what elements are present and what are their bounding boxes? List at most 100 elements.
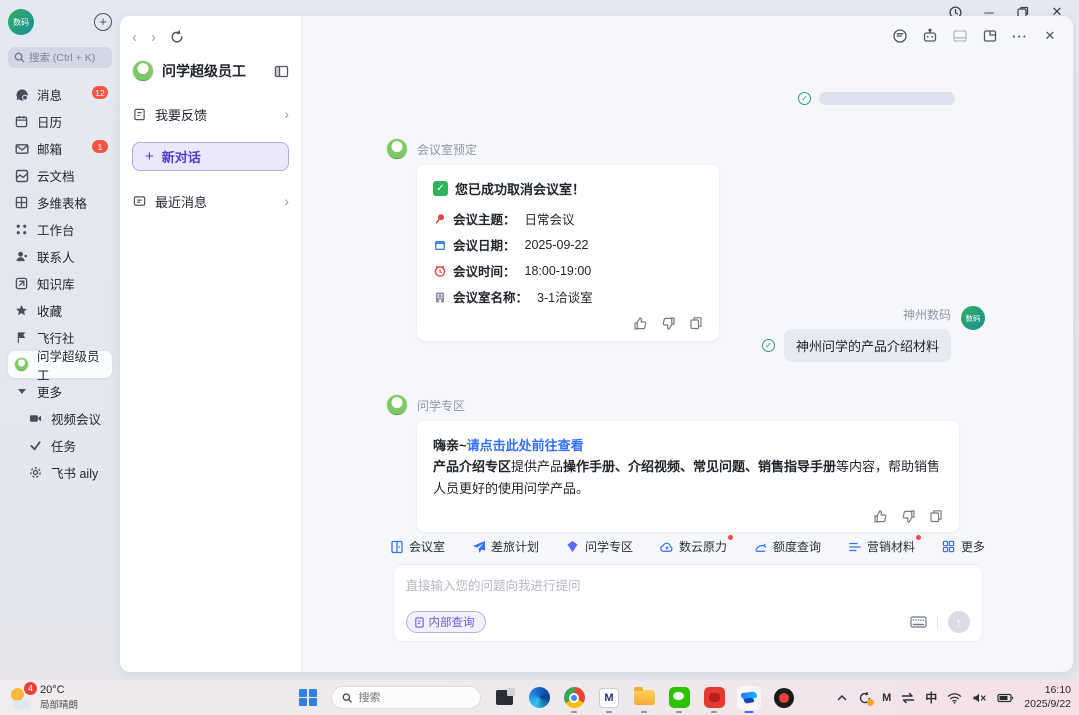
sidebar-item-base[interactable]: 多维表格 (8, 189, 112, 216)
ime-indicator[interactable]: 中 (925, 689, 937, 706)
chip-quota-query[interactable]: 额度查询 (754, 538, 821, 555)
chip-shuyun[interactable]: 数云原力 (660, 538, 727, 555)
markdown-app-icon[interactable]: M (597, 686, 621, 710)
user-avatar[interactable]: 数码 (8, 9, 34, 35)
sender-name: 神州数码 (903, 306, 951, 323)
thumbs-down-icon[interactable] (661, 316, 676, 331)
recent-messages-item[interactable]: 最近消息 › (132, 185, 289, 217)
internal-query-chip[interactable]: 内部查询 (406, 611, 486, 633)
chrome-icon[interactable] (562, 686, 586, 710)
sidebar-item-aily[interactable]: 飞书 aily (8, 459, 112, 486)
quick-action-chips: 会议室 差旅计划 问学专区 数云原力 额度查询 (302, 538, 1073, 555)
taskbar-search-input[interactable] (358, 692, 470, 704)
start-button[interactable] (296, 686, 320, 710)
video-icon (28, 411, 43, 426)
new-chat-button[interactable]: + 新对话 (132, 142, 289, 171)
edge-icon[interactable] (527, 686, 551, 710)
sidebar-item-favorites[interactable]: 收藏 (8, 297, 112, 324)
thumbs-up-icon[interactable] (873, 509, 888, 524)
chip-travel-plan[interactable]: 差旅计划 (472, 538, 539, 555)
more-icon[interactable]: ··· (1009, 25, 1031, 47)
bot-avatar (386, 394, 408, 416)
forward-icon[interactable]: › (151, 30, 156, 45)
sidebar-item-contacts[interactable]: 联系人 (8, 243, 112, 270)
weather-description: 局部晴朗 (40, 697, 78, 711)
sidebar-item-mail[interactable]: 邮箱 1 (8, 135, 112, 162)
recent-icon (132, 194, 147, 209)
sidebar-item-wiki[interactable]: 知识库 (8, 270, 112, 297)
robot-icon[interactable] (919, 25, 941, 47)
weather-widget[interactable]: 4 20°C 局部晴朗 (0, 684, 78, 712)
gem-icon (566, 540, 580, 554)
contacts-icon (14, 249, 29, 264)
collapse-panel-icon[interactable] (274, 64, 289, 79)
tray-expand-icon[interactable] (836, 692, 848, 704)
close-chat-icon[interactable]: ✕ (1039, 25, 1061, 47)
chip-more[interactable]: 更多 (942, 538, 985, 555)
shortcut-keyboard-icon[interactable] (910, 615, 927, 629)
comment-icon[interactable] (889, 25, 911, 47)
sidebar-search[interactable] (8, 47, 112, 68)
unread-badge: 1 (92, 140, 108, 153)
search-input[interactable] (29, 52, 106, 64)
sidebar-item-calendar[interactable]: 日历 (8, 108, 112, 135)
copy-icon[interactable] (689, 316, 703, 331)
sidebar-item-workbench[interactable]: 工作台 (8, 216, 112, 243)
wechat-icon[interactable] (667, 686, 691, 710)
network-activity-icon[interactable] (901, 692, 915, 704)
taskbar: 4 20°C 局部晴朗 M M 中 16:10 2025/9/ (0, 680, 1079, 715)
add-icon[interactable]: + (94, 13, 112, 31)
chevron-right-icon: › (284, 106, 289, 122)
chip-marketing-material[interactable]: 营销材料 (848, 538, 915, 555)
dock-layout-icon[interactable] (949, 25, 971, 47)
red-app-icon[interactable] (702, 686, 726, 710)
sender-name: 问学专区 (417, 397, 959, 414)
m-tray-icon[interactable]: M (882, 692, 891, 704)
sidebar-item-wenxue-bot[interactable]: 问学超级员工 (8, 351, 112, 378)
thumbs-down-icon[interactable] (901, 509, 916, 524)
feishu-icon[interactable] (737, 686, 761, 710)
bot-avatar (386, 138, 408, 160)
apps-grid-icon (942, 540, 956, 554)
feedback-item[interactable]: 我要反馈 › (132, 98, 289, 130)
sidebar-item-more[interactable]: 更多 (8, 378, 112, 405)
volume-muted-icon[interactable] (972, 692, 987, 704)
bot-avatar (132, 60, 154, 82)
sidebar-item-video-meeting[interactable]: 视频会议 (8, 405, 112, 432)
app-window: ─ ✕ 数码 + 消息 12 日历 邮箱 1 (0, 0, 1079, 680)
chevron-right-icon: › (284, 193, 289, 209)
chip-wenxue-zone[interactable]: 问学专区 (566, 538, 633, 555)
wifi-icon[interactable] (947, 692, 962, 704)
calendar-icon (14, 114, 29, 129)
recorder-icon[interactable] (772, 686, 796, 710)
battery-icon[interactable] (997, 693, 1014, 703)
sidebar-item-tasks[interactable]: 任务 (8, 432, 112, 459)
pin-icon (433, 212, 446, 225)
sidebar-item-docs[interactable]: 云文档 (8, 162, 112, 189)
quota-icon (754, 540, 768, 554)
message-input[interactable] (406, 575, 970, 611)
read-receipt-icon: ✓ (762, 339, 775, 352)
send-button[interactable]: ↑ (948, 611, 970, 633)
notification-dot (728, 535, 733, 540)
message-bubble[interactable]: 神州问学的产品介绍材料 (784, 329, 951, 362)
back-icon[interactable]: ‹ (132, 30, 137, 45)
sync-status-icon[interactable] (858, 691, 872, 705)
success-check-icon: ✓ (433, 181, 448, 196)
refresh-icon[interactable] (170, 30, 184, 44)
thumbs-up-icon[interactable] (633, 316, 648, 331)
zone-card: 嗨亲~请点击此处前往查看 产品介绍专区提供产品操作手册、介绍视频、常见问题、销售… (417, 421, 959, 532)
chip-meeting-room[interactable]: 会议室 (390, 538, 445, 555)
file-explorer-icon[interactable] (632, 686, 656, 710)
table-icon (14, 195, 29, 210)
copy-icon[interactable] (929, 509, 943, 524)
taskbar-search[interactable] (331, 686, 481, 709)
task-view-button[interactable] (492, 686, 516, 710)
popout-icon[interactable] (979, 25, 1001, 47)
sidebar-item-messages[interactable]: 消息 12 (8, 81, 112, 108)
taskbar-clock[interactable]: 16:10 2025/9/22 (1024, 684, 1071, 711)
meeting-card: ✓ 您已成功取消会议室！ 会议主题： 日常会议 会议日期： 2025-09-22 (417, 165, 719, 341)
zone-link[interactable]: 请点击此处前往查看 (467, 438, 584, 453)
sending-message-skeleton: ✓ (798, 92, 955, 105)
chat-toolbar: ··· ✕ (889, 25, 1061, 47)
